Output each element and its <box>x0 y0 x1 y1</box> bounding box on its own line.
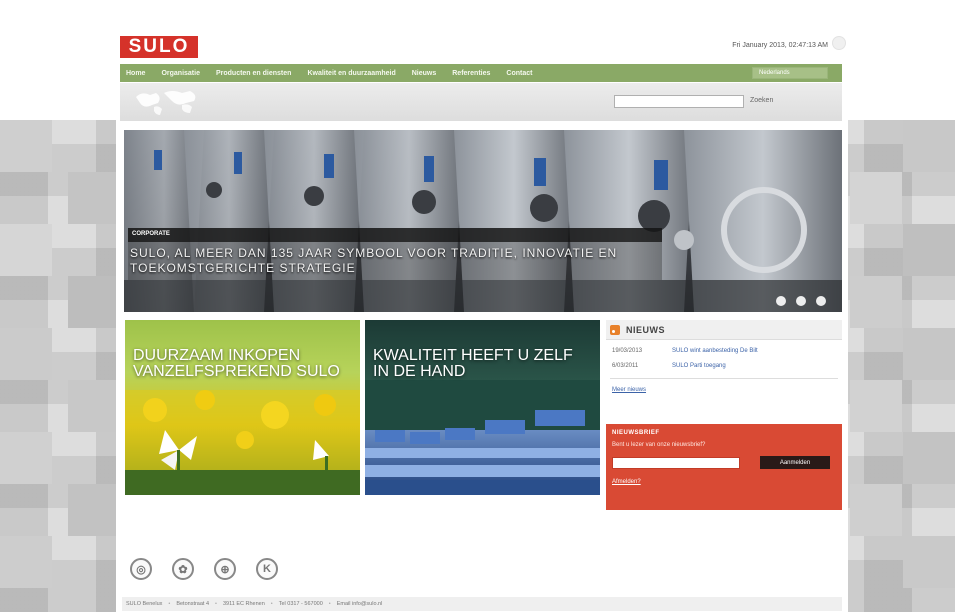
unsubscribe-link[interactable]: Afmelden? <box>612 479 836 485</box>
quality-badge-icon: ⊕ <box>214 558 236 580</box>
newsletter-form: Aanmelden <box>612 456 836 469</box>
hero-title[interactable]: SULO, AL MEER DAN 135 JAAR SYMBOOL VOOR … <box>128 242 662 280</box>
search-button[interactable]: Zoeken <box>750 97 773 104</box>
promo-kwaliteit[interactable]: KWALITEIT HEEFT U ZELF IN DE HAND <box>365 320 600 495</box>
hero-tag: CORPORATE <box>128 228 662 242</box>
carousel-dot-3[interactable] <box>816 296 826 306</box>
subscribe-button[interactable]: Aanmelden <box>760 456 830 469</box>
nav-item-home[interactable]: Home <box>120 70 155 77</box>
news-header: NIEUWS <box>606 320 842 340</box>
world-map-icon <box>136 91 196 115</box>
footer-separator: • <box>270 601 273 607</box>
news-link[interactable]: SULO wint aanbesteding De Bilt <box>672 348 758 354</box>
footer-separator: • <box>215 601 217 607</box>
footer-street: Betonstraat 4 <box>176 601 210 607</box>
top-bar: SULO Fri January 2013, 02:47:13 AM <box>116 20 848 60</box>
page-container: SULO Fri January 2013, 02:47:13 AM Home … <box>116 20 848 612</box>
sulo-logo[interactable]: SULO <box>120 36 198 58</box>
search-input[interactable] <box>614 95 744 108</box>
kema-k-icon: K <box>256 558 278 580</box>
footer-separator: • <box>328 601 331 607</box>
newsletter-title: NIEUWSBRIEF <box>612 430 660 436</box>
promo-duurzaam[interactable]: DUURZAAM INKOPEN VANZELFSPREKEND SULO <box>125 320 360 495</box>
list-item[interactable]: 19/03/2013 SULO wint aanbesteding De Bil… <box>612 348 838 354</box>
promo-title: KWALITEIT HEEFT U ZELF IN DE HAND <box>373 347 573 380</box>
rss-icon[interactable] <box>610 324 620 335</box>
certification-badge-icon: ◎ <box>130 558 152 580</box>
news-date: 19/03/2013 <box>612 348 643 354</box>
nav-item-producten[interactable]: Producten en diensten <box>210 70 301 77</box>
footer-email-link[interactable]: Email info@sulo.nl <box>337 601 383 607</box>
newsletter-panel: NIEUWSBRIEF Bent u lezer van onze nieuws… <box>606 424 842 510</box>
language-select[interactable]: Nederlands <box>752 67 828 79</box>
carousel-dot-2[interactable] <box>796 296 806 306</box>
newsletter-email-input[interactable] <box>612 456 740 469</box>
print-icon[interactable] <box>832 36 846 50</box>
hero-banner[interactable]: CORPORATE SULO, AL MEER DAN 135 JAAR SYM… <box>124 130 842 312</box>
more-news-link[interactable]: Meer nieuws <box>606 379 842 401</box>
footer: SULO Benelux • Betonstraat 4 • 3911 EC R… <box>122 597 842 611</box>
newsletter-text: Bent u lezer van onze nieuwsbrief? <box>612 442 706 448</box>
nav-item-nieuws[interactable]: Nieuws <box>406 70 447 77</box>
news-title: NIEUWS <box>626 324 665 335</box>
nav-item-kwaliteit[interactable]: Kwaliteit en duurzaamheid <box>301 70 405 77</box>
nav-item-referenties[interactable]: Referenties <box>446 70 500 77</box>
news-link[interactable]: SULO Parti toegang <box>672 363 726 369</box>
certification-badges: ◎ ✿ ⊕ K <box>130 558 278 580</box>
hero-caption: CORPORATE SULO, AL MEER DAN 135 JAAR SYM… <box>128 228 662 288</box>
footer-city: 3911 EC Rhenen <box>222 601 265 607</box>
search-bar: Zoeken <box>120 83 842 121</box>
footer-phone: Tel 0317 - 567000 <box>278 601 323 607</box>
carousel-dot-1[interactable] <box>776 296 786 306</box>
news-list: 19/03/2013 SULO wint aanbesteding De Bil… <box>606 340 842 369</box>
iso-badge-icon: ✿ <box>172 558 194 580</box>
footer-company: SULO Benelux <box>126 601 163 607</box>
carousel-dots <box>776 296 826 306</box>
list-item[interactable]: 6/03/2011 SULO Parti toegang <box>612 363 838 369</box>
main-navigation: Home Organisatie Producten en diensten K… <box>120 64 842 82</box>
current-date: Fri January 2013, 02:47:13 AM <box>732 42 828 49</box>
promo-title: DUURZAAM INKOPEN VANZELFSPREKEND SULO <box>133 347 340 380</box>
news-panel: NIEUWS 19/03/2013 SULO wint aanbesteding… <box>606 320 842 420</box>
news-date: 6/03/2011 <box>612 363 639 369</box>
nav-item-organisatie[interactable]: Organisatie <box>155 70 210 77</box>
footer-separator: • <box>168 601 171 607</box>
nav-item-contact[interactable]: Contact <box>500 70 542 77</box>
